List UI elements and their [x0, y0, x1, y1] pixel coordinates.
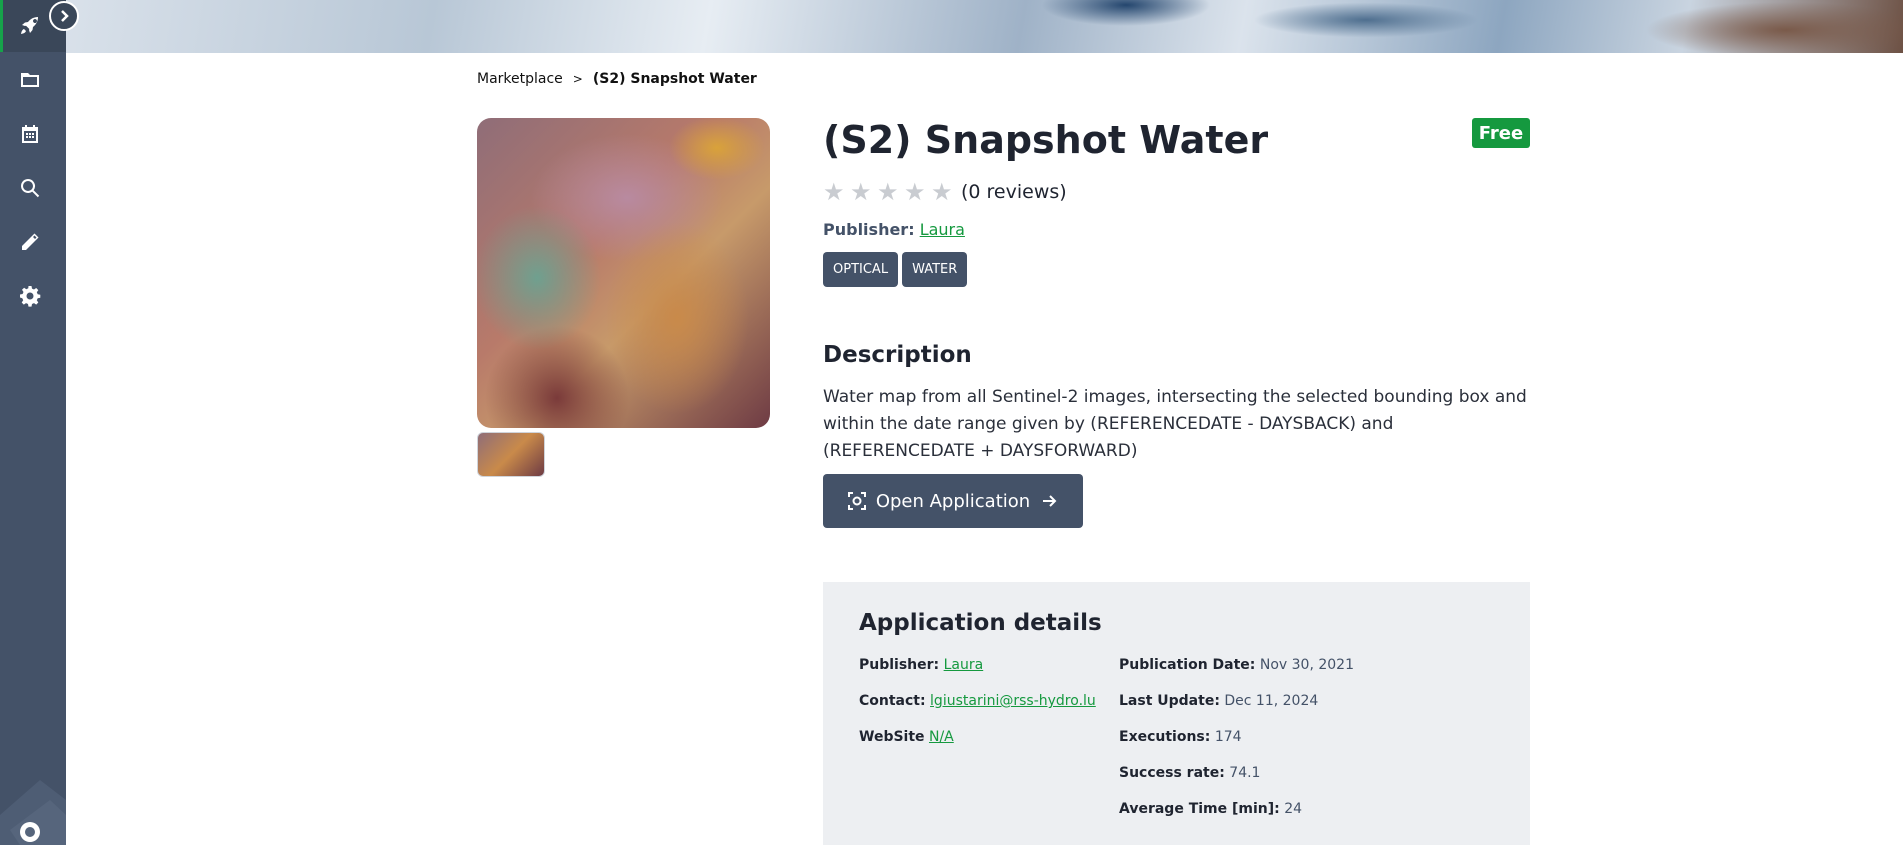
breadcrumb-current: (S2) Snapshot Water: [592, 71, 757, 87]
application-details-heading: Application details: [859, 610, 1102, 636]
search-icon[interactable]: [16, 174, 44, 202]
detail-last-update: Last Update: Dec 11, 2024: [1119, 693, 1318, 709]
star-icon[interactable]: ★: [823, 180, 850, 204]
star-icon[interactable]: ★: [850, 180, 877, 204]
app-preview-image: [477, 118, 770, 428]
pencil-icon[interactable]: [16, 228, 44, 256]
detail-average-time-value: 24: [1284, 801, 1303, 817]
price-badge: Free: [1472, 118, 1530, 148]
tag-optical[interactable]: OPTICAL: [823, 252, 899, 287]
chevron-right-icon: [61, 10, 69, 22]
page-title: (S2) Snapshot Water: [823, 118, 1269, 162]
star-icon[interactable]: ★: [904, 180, 931, 204]
breadcrumb-marketplace-link[interactable]: Marketplace: [477, 71, 563, 87]
reviews-count: (0 reviews): [961, 181, 1067, 203]
app-preview-thumbnail[interactable]: [477, 432, 545, 477]
calendar-icon[interactable]: [16, 120, 44, 148]
detail-publisher-label: Publisher:: [859, 657, 940, 673]
star-rating: ★ ★ ★ ★ ★ (0 reviews): [823, 180, 1067, 204]
detail-success-rate-label: Success rate:: [1119, 765, 1225, 781]
detail-success-rate: Success rate: 74.1: [1119, 765, 1260, 781]
tag-water[interactable]: WATER: [902, 252, 968, 287]
sidebar: [0, 0, 66, 845]
arrow-right-icon: [1043, 495, 1057, 507]
description-text: Water map from all Sentinel-2 images, in…: [823, 387, 1527, 461]
open-application-label: Open Application: [875, 490, 1031, 512]
lifebuoy-icon[interactable]: [16, 818, 44, 846]
breadcrumb: Marketplace > (S2) Snapshot Water: [477, 71, 757, 87]
detail-last-update-value: Dec 11, 2024: [1224, 693, 1319, 709]
publisher-link[interactable]: Laura: [920, 220, 965, 239]
rocket-icon: [16, 12, 44, 40]
detail-publisher: Publisher: Laura: [859, 657, 983, 673]
star-icon[interactable]: ★: [877, 180, 904, 204]
detail-average-time-label: Average Time [min]:: [1119, 801, 1280, 817]
detail-average-time: Average Time [min]: 24: [1119, 801, 1302, 817]
detail-executions: Executions: 174: [1119, 729, 1242, 745]
detail-publication-date: Publication Date: Nov 30, 2021: [1119, 657, 1354, 673]
detail-success-rate-value: 74.1: [1229, 765, 1261, 781]
sidebar-toggle-button[interactable]: [49, 1, 79, 31]
detail-last-update-label: Last Update:: [1119, 693, 1220, 709]
detail-website-link[interactable]: N/A: [929, 729, 954, 745]
description-heading: Description: [823, 342, 972, 368]
breadcrumb-separator: >: [572, 72, 583, 86]
detail-contact-link[interactable]: lgiustarini@rss-hydro.lu: [930, 693, 1096, 709]
publisher-line: Publisher: Laura: [823, 220, 965, 239]
detail-contact: Contact: lgiustarini@rss-hydro.lu: [859, 693, 1096, 709]
detail-website-label: WebSite: [859, 729, 925, 745]
tag-list: OPTICAL WATER: [823, 252, 968, 287]
star-icon[interactable]: ★: [931, 180, 958, 204]
header-banner-image: [66, 0, 1903, 53]
publisher-label: Publisher:: [823, 220, 915, 239]
detail-website: WebSite N/A: [859, 729, 954, 745]
detail-executions-label: Executions:: [1119, 729, 1211, 745]
folder-icon[interactable]: [16, 66, 44, 94]
gear-icon[interactable]: [16, 282, 44, 310]
detail-publication-date-value: Nov 30, 2021: [1259, 657, 1354, 673]
application-details-panel: Application details Publisher: Laura Con…: [823, 582, 1530, 845]
scan-icon: [847, 492, 866, 510]
detail-contact-label: Contact:: [859, 693, 926, 709]
detail-publication-date-label: Publication Date:: [1119, 657, 1256, 673]
open-application-button[interactable]: Open Application: [823, 474, 1083, 528]
detail-executions-value: 174: [1214, 729, 1242, 745]
detail-publisher-link[interactable]: Laura: [944, 657, 984, 673]
